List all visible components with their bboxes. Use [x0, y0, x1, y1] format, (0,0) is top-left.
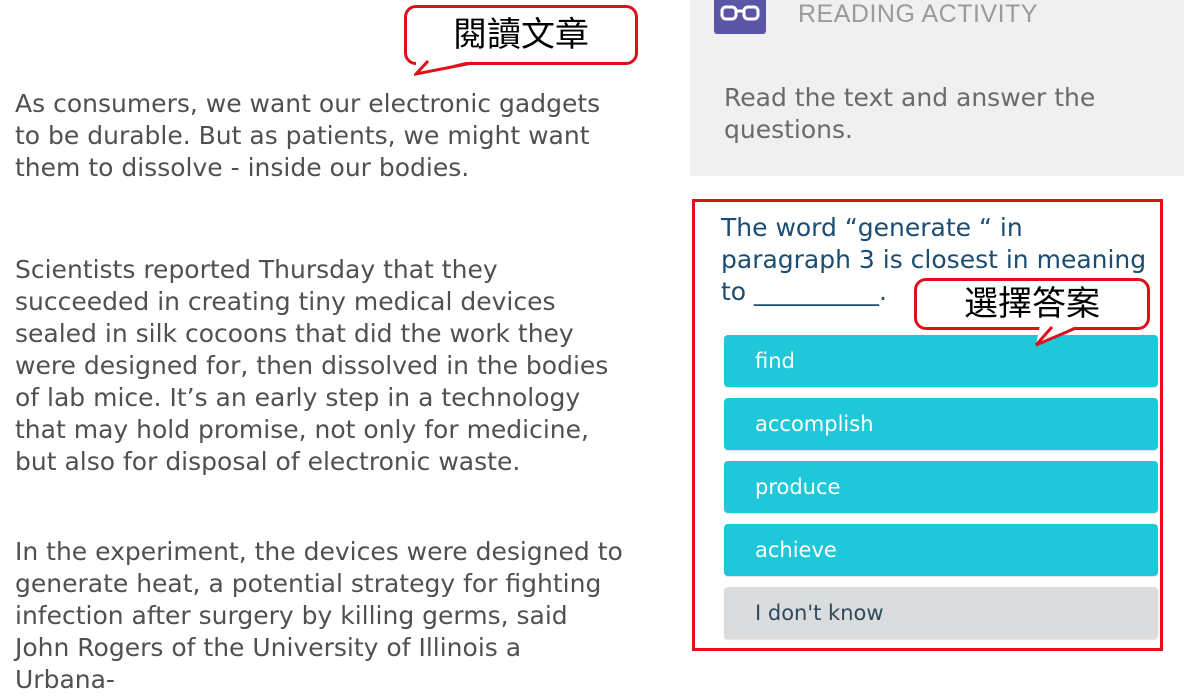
question-panel: The word “generate “ in paragraph 3 is c…: [692, 199, 1163, 651]
choose-answer-callout: 選擇答案: [914, 278, 1150, 330]
activity-title: READING ACTIVITY: [798, 0, 1038, 28]
activity-instruction: Read the text and answer the questions.: [724, 83, 1096, 144]
reading-activity-page: As consumers, we want our electronic gad…: [0, 0, 1184, 696]
answer-option-find[interactable]: find: [724, 335, 1158, 387]
article-paragraph-2: Scientists reported Thursday that they s…: [15, 255, 609, 476]
read-article-callout-tail: [414, 60, 474, 76]
answer-option-achieve[interactable]: achieve: [724, 524, 1158, 576]
article-paragraph-3: In the experiment, the devices were desi…: [15, 537, 623, 694]
article-paragraph-1: As consumers, we want our electronic gad…: [15, 89, 601, 182]
answer-options: find accomplish produce achieve I don't …: [724, 335, 1158, 650]
glasses-icon: [714, 0, 766, 34]
answer-option-accomplish[interactable]: accomplish: [724, 398, 1158, 450]
read-article-callout: 閱讀文章: [404, 5, 638, 65]
answer-option-dont-know[interactable]: I don't know: [724, 587, 1158, 639]
answer-option-produce[interactable]: produce: [724, 461, 1158, 513]
activity-header-card: READING ACTIVITY Read the text and answe…: [690, 0, 1184, 176]
choose-answer-callout-tail: [1034, 325, 1078, 347]
article-text: As consumers, we want our electronic gad…: [15, 88, 625, 696]
